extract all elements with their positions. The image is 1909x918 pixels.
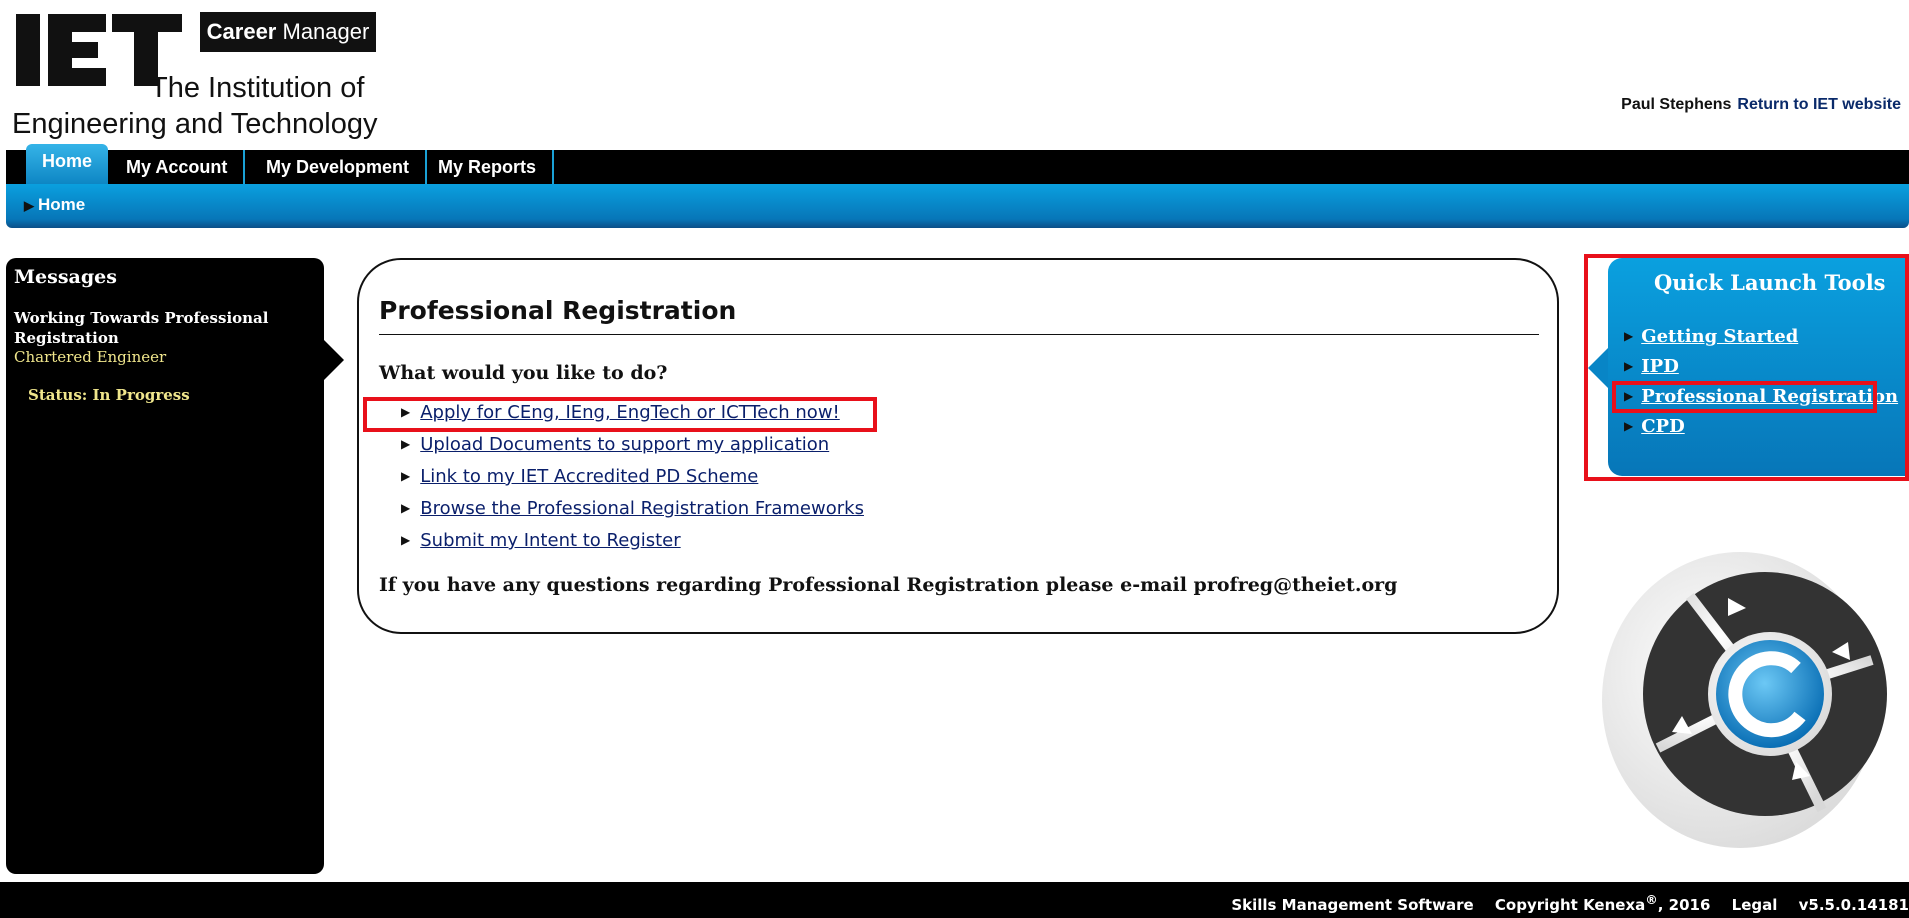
breadcrumb-home[interactable]: Home	[38, 195, 85, 214]
highlight-box-quick-launch	[1584, 254, 1909, 481]
tab-home[interactable]: Home	[26, 144, 109, 184]
highlight-box-apply	[363, 397, 877, 432]
breadcrumb[interactable]: ▶ Home	[24, 195, 85, 215]
iet-logo: Career Manager The Institution of Engine…	[10, 10, 377, 140]
main-navigation: Home My Account My Development My Report…	[6, 144, 1909, 184]
triangle-right-icon: ▶	[401, 533, 411, 547]
return-to-iet-link[interactable]: Return to IET website	[1737, 96, 1901, 113]
action-item: ▶ Submit my Intent to Register	[401, 530, 681, 551]
action-item: ▶ Upload Documents to support my applicat…	[401, 434, 829, 455]
message-item-status: Status: In Progress	[28, 386, 190, 404]
browse-frameworks-link[interactable]: Browse the Professional Registration Fra…	[420, 498, 864, 519]
professional-registration-panel: Professional Registration What would you…	[357, 258, 1559, 634]
footer-copyright: Copyright Kenexa®, 2016	[1494, 892, 1711, 914]
footer-legal-link[interactable]: Legal	[1732, 896, 1778, 914]
message-item-title: Working Towards Professional Registratio…	[14, 309, 269, 347]
contact-note: If you have any questions regarding Prof…	[379, 574, 1398, 596]
question-heading: What would you like to do?	[379, 362, 668, 384]
submit-intent-link[interactable]: Submit my Intent to Register	[420, 530, 680, 551]
breadcrumb-bar: ▶ Home	[6, 184, 1909, 228]
link-pd-scheme-link[interactable]: Link to my IET Accredited PD Scheme	[420, 466, 758, 487]
tab-my-account[interactable]: My Account	[110, 150, 246, 184]
footer-version: v5.5.0.14181	[1798, 896, 1909, 914]
triangle-right-icon: ▶	[401, 437, 411, 451]
user-area: Paul Stephens Return to IET website	[1621, 96, 1901, 114]
panel-pointer	[324, 340, 344, 380]
triangle-right-icon: ▶	[24, 198, 34, 213]
messages-title: Messages	[14, 266, 117, 288]
messages-panel: Messages Working Towards Professional Re…	[6, 258, 344, 874]
page-title: Professional Registration	[379, 296, 737, 325]
triangle-right-icon: ▶	[401, 501, 411, 515]
action-item: ▶ Browse the Professional Registration Fr…	[401, 498, 864, 519]
tab-my-development[interactable]: My Development	[250, 150, 428, 184]
footer: Skills Management Software Copyright Ken…	[0, 882, 1909, 918]
message-item-role: Chartered Engineer	[14, 348, 167, 366]
user-name: Paul Stephens	[1621, 96, 1732, 113]
kenexa-logo-icon	[1602, 552, 1887, 848]
product-name: Career Manager	[200, 12, 376, 52]
footer-software: Skills Management Software	[1231, 896, 1474, 914]
tab-my-reports[interactable]: My Reports	[422, 150, 555, 184]
institution-name-line2: Engineering and Technology	[12, 108, 378, 140]
institution-name-line1: The Institution of	[150, 72, 365, 104]
highlight-box-professional-registration	[1612, 381, 1877, 413]
triangle-right-icon: ▶	[401, 469, 411, 483]
upload-documents-link[interactable]: Upload Documents to support my applicati…	[420, 434, 829, 455]
action-item: ▶ Link to my IET Accredited PD Scheme	[401, 466, 758, 487]
title-divider	[379, 334, 1539, 335]
